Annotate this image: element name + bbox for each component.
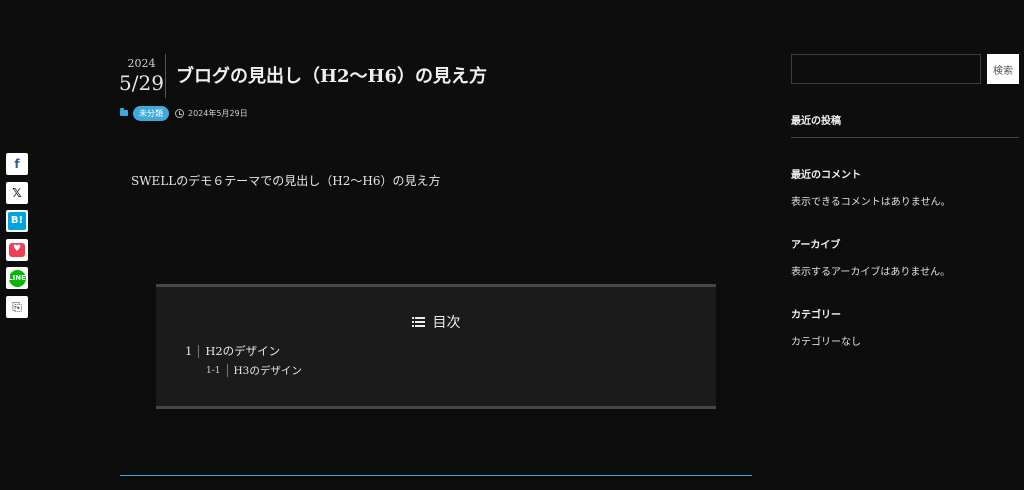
list-icon [411, 317, 425, 327]
archives-heading: アーカイブ [791, 240, 841, 251]
toc-title: 目次 [156, 312, 716, 332]
line-share-button[interactable]: LINE [6, 267, 28, 289]
category-badge[interactable]: 未分類 [133, 105, 169, 121]
line-icon: LINE [8, 269, 26, 287]
share-bar: f 𝕏 B! ♥ LINE ⎘ [6, 153, 28, 324]
toc-separator [198, 344, 200, 358]
search-button[interactable]: 検索 [987, 54, 1019, 84]
categories-text: カテゴリーなし [791, 337, 861, 348]
categories-heading: カテゴリー [791, 310, 841, 321]
archives-text: 表示するアーカイブはありません。 [791, 267, 951, 278]
clock-icon [175, 108, 184, 118]
content-divider [120, 475, 752, 476]
table-of-contents: 目次 1 H2のデザイン 1-1 H3のデザイン [156, 284, 716, 409]
toc-item-label: H3のデザイン [233, 365, 302, 377]
toc-item-number: 1 [185, 344, 193, 358]
folder-icon [120, 108, 128, 116]
toc-item-number: 1-1 [206, 365, 221, 376]
facebook-icon: f [14, 157, 20, 171]
post-date: 2024年5月29日 [188, 108, 248, 118]
hatena-bookmark-icon: B! [8, 212, 26, 230]
search-input[interactable] [791, 54, 981, 84]
clipboard-icon: ⎘ [12, 299, 22, 314]
recent-comments-heading: 最近のコメント [791, 170, 861, 181]
post-date-block: 2024 5/29 [118, 54, 166, 98]
x-icon: 𝕏 [12, 185, 22, 200]
post-meta: 未分類 2024年5月29日 [120, 104, 248, 122]
post-month-day: 5/29 [119, 71, 164, 95]
sidebar-divider [791, 137, 1019, 138]
post-year: 2024 [127, 57, 156, 70]
toc-item[interactable]: 1 H2のデザイン [185, 343, 280, 359]
facebook-share-button[interactable]: f [6, 153, 28, 175]
pocket-share-button[interactable]: ♥ [6, 238, 28, 261]
page-title: ブログの見出し（H2〜H6）の見え方 [176, 66, 488, 87]
toc-title-label: 目次 [432, 315, 461, 331]
toc-separator [226, 364, 228, 377]
pocket-icon: ♥ [9, 242, 25, 257]
toc-item-label: H2のデザイン [205, 344, 281, 358]
copy-url-button[interactable]: ⎘ [6, 295, 28, 318]
recent-comments-text: 表示できるコメントはありません。 [791, 197, 951, 208]
post-intro-text: SWELLのデモ６テーマでの見出し（H2〜H6）の見え方 [131, 174, 441, 188]
hatena-share-button[interactable]: B! [6, 210, 28, 232]
x-share-button[interactable]: 𝕏 [6, 181, 28, 204]
toc-item[interactable]: 1-1 H3のデザイン [206, 363, 302, 378]
recent-posts-heading: 最近の投稿 [791, 116, 841, 127]
